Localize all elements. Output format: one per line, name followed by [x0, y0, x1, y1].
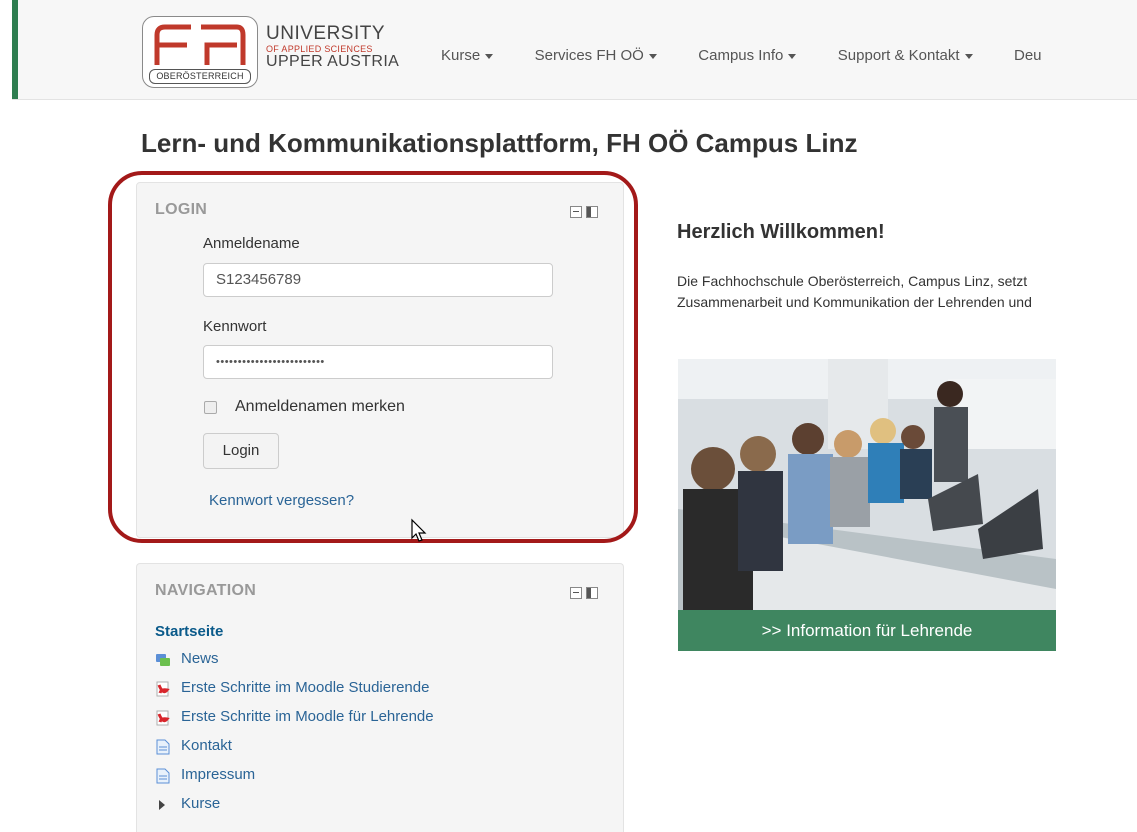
collapse-icon[interactable]: [570, 587, 582, 599]
pdf-icon: [156, 681, 170, 697]
main-menu: Kurse Services FH OÖ Campus Info Support…: [441, 47, 1079, 67]
university-wordmark: UNIVERSITY OF APPLIED SCIENCES UPPER AUS…: [266, 24, 406, 70]
page-title: Lern- und Kommunikationsplattform, FH OÖ…: [141, 128, 858, 158]
navigation-block-title: NAVIGATION: [155, 582, 257, 599]
caret-down-icon: [648, 53, 657, 59]
nav-item-label: News: [181, 650, 219, 667]
caret-down-icon: [964, 53, 973, 59]
fh-logo-mark: [154, 24, 246, 65]
menu-label: Deu: [1013, 47, 1042, 64]
fh-logo[interactable]: OBERÖSTERREICH: [142, 16, 258, 88]
menu-label: Services FH OÖ: [534, 47, 644, 64]
university-line3: UPPER AUSTRIA: [266, 53, 400, 70]
nav-item-label: Erste Schritte im Moodle für Lehrende: [181, 708, 434, 725]
menu-label: Support & Kontakt: [837, 47, 960, 64]
expand-arrow-icon: [159, 800, 165, 810]
caret-down-icon: [485, 53, 494, 59]
menu-label: Campus Info: [698, 47, 784, 64]
menu-services[interactable]: Services FH OÖ: [535, 47, 657, 64]
nav-item-label: Kontakt: [181, 737, 232, 754]
nav-item-label: Impressum: [181, 766, 256, 783]
nav-item-label: Kurse: [181, 795, 221, 812]
block-controls: [570, 586, 604, 600]
classroom-photo-image: [678, 359, 1056, 610]
university-line1: UNIVERSITY: [266, 23, 386, 44]
login-highlight-annotation: [108, 171, 638, 543]
mouse-cursor-icon: [411, 518, 427, 542]
classroom-photo[interactable]: [678, 359, 1056, 610]
pdf-icon: [156, 710, 170, 726]
intro-line: Zusammenarbeit und Kommunikation der Leh…: [677, 294, 1032, 310]
page-icon: [156, 768, 170, 784]
dock-icon[interactable]: [586, 587, 598, 599]
forum-icon: [156, 654, 170, 666]
logo-subtitle: OBERÖSTERREICH: [149, 69, 251, 84]
menu-kurse[interactable]: Kurse: [441, 47, 494, 64]
menu-language[interactable]: Deu: [1014, 47, 1042, 64]
menu-label: Kurse: [441, 47, 481, 64]
caret-down-icon: [788, 53, 797, 59]
accent-bar: [12, 0, 18, 99]
menu-campus-info[interactable]: Campus Info: [698, 47, 797, 64]
page-icon: [156, 739, 170, 755]
nav-item-label: Erste Schritte im Moodle Studierende: [181, 679, 430, 696]
menu-support[interactable]: Support & Kontakt: [838, 47, 973, 64]
welcome-heading: Herzlich Willkommen!: [677, 221, 885, 243]
teacher-info-link[interactable]: >> Information für Lehrende: [678, 610, 1056, 651]
navigation-block: NAVIGATION Startseite News Erste Schritt…: [136, 563, 624, 832]
intro-text: Die Fachhochschule Oberösterreich, Campu…: [677, 271, 1137, 313]
nav-home-link[interactable]: Startseite: [155, 623, 223, 640]
intro-line: Die Fachhochschule Oberösterreich, Campu…: [677, 273, 1028, 289]
